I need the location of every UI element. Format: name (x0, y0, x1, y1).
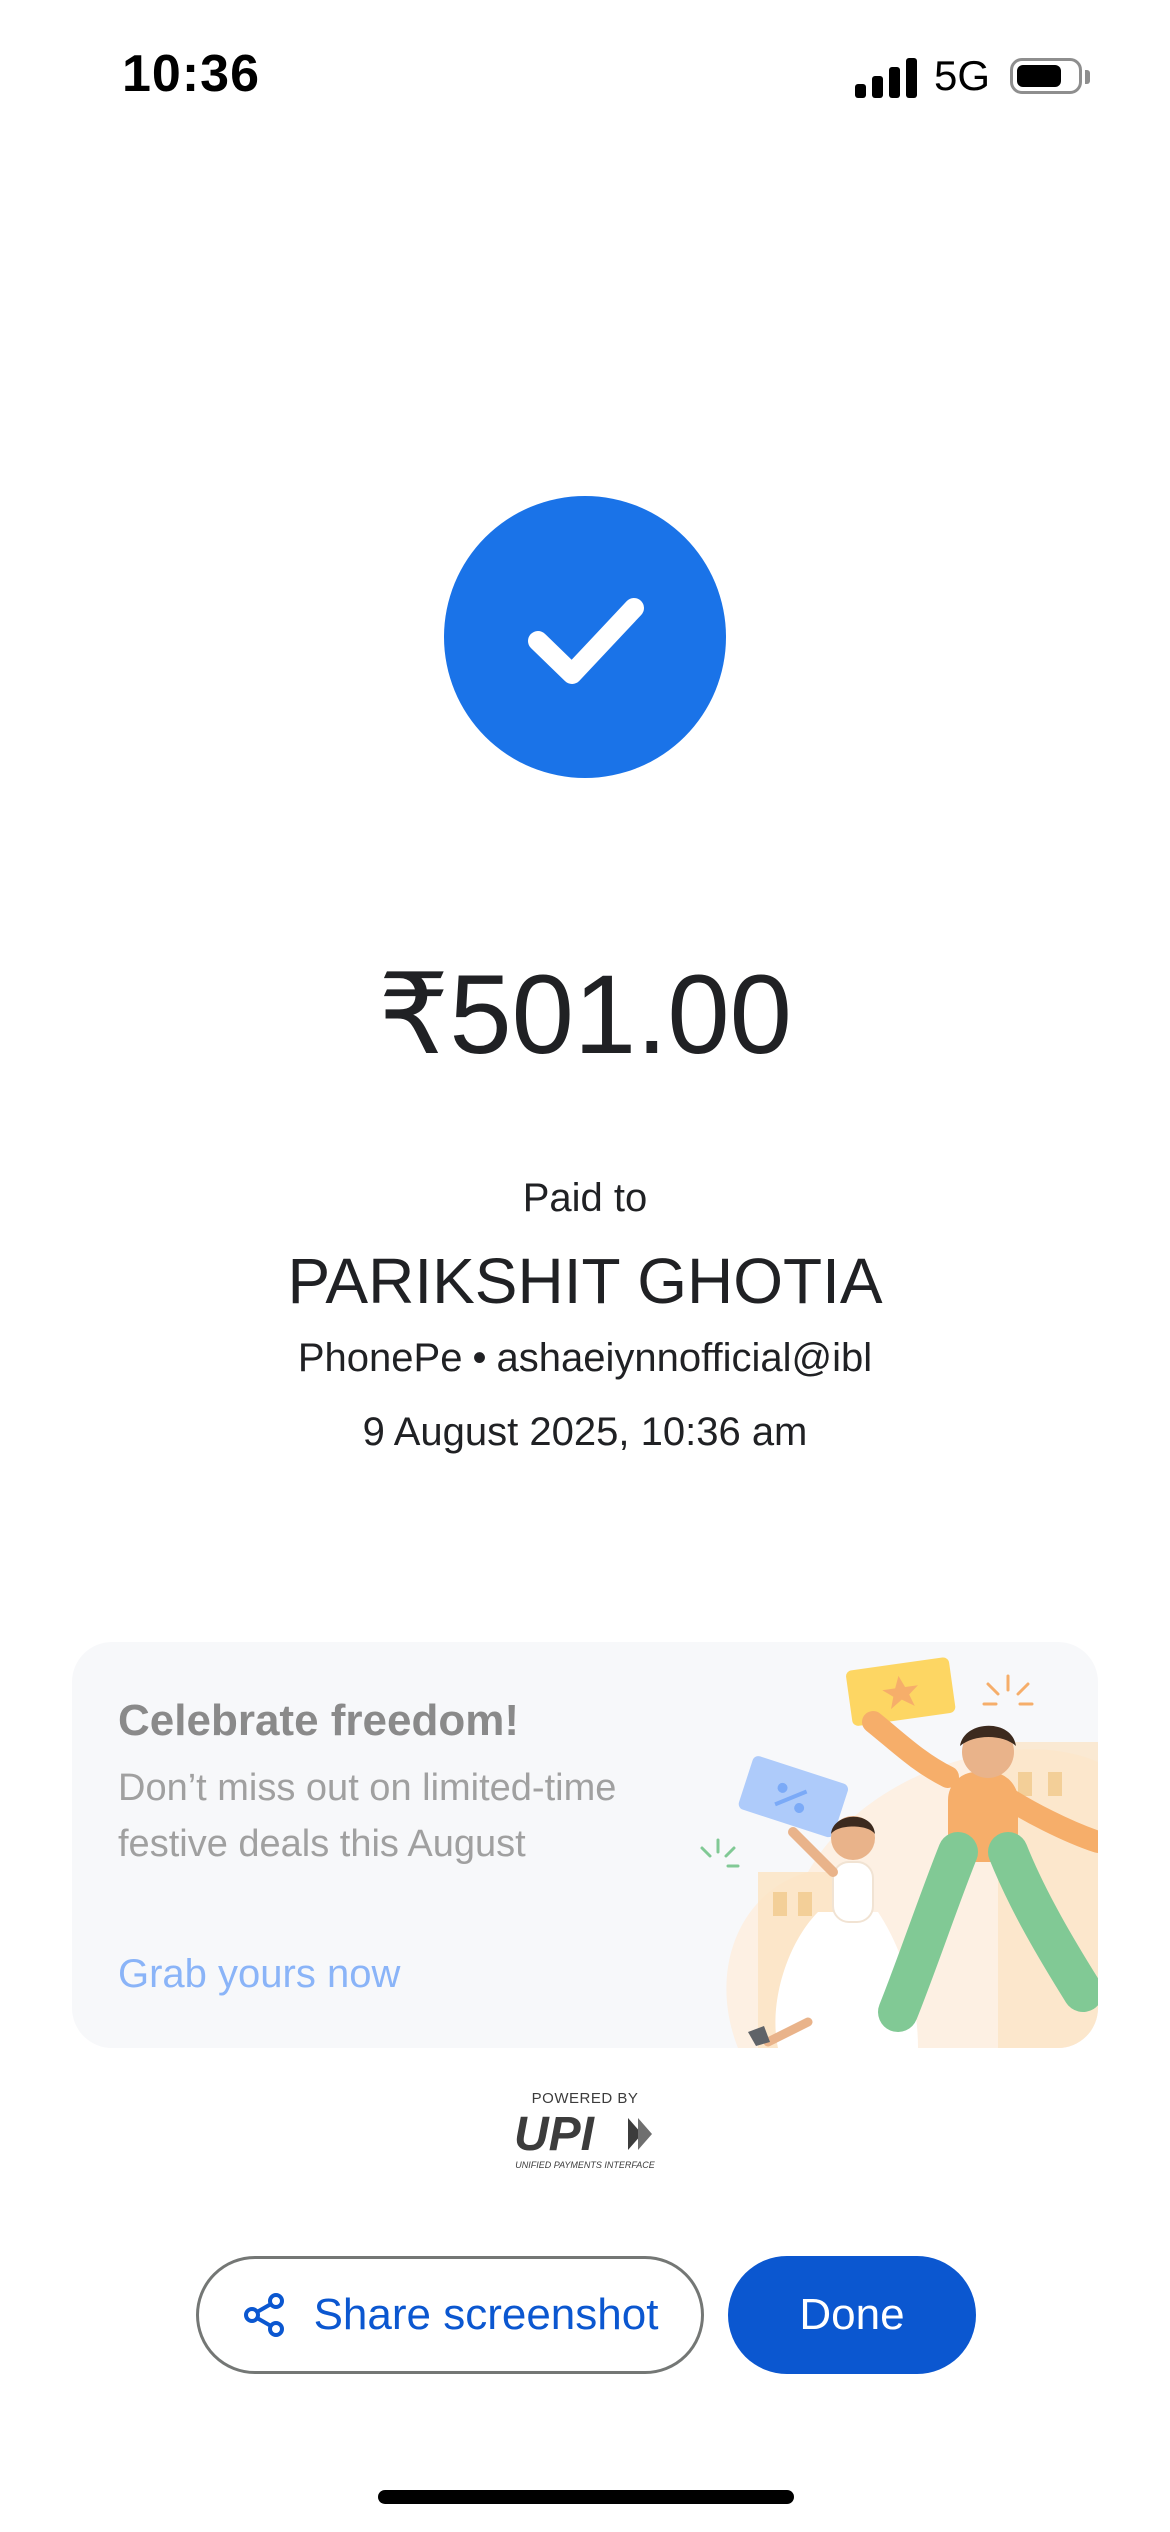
success-check-circle (444, 496, 726, 778)
upi-badge: POWERED BY UPI UNIFIED PAYMENTS INTERFAC… (500, 2090, 670, 2180)
payee-app: PhonePe (297, 1336, 463, 1380)
status-time: 10:36 (122, 45, 260, 103)
upi-powered-by: POWERED BY (531, 2090, 639, 2107)
payment-amount: ₹501.00 (378, 952, 792, 1077)
status-bar: 10:36 5G (0, 0, 1170, 150)
payee-upi-id: ashaeiynnofficial@ibl (496, 1336, 873, 1380)
promo-card[interactable]: Celebrate freedom! Don’t miss out on lim… (72, 1642, 1098, 2048)
done-button-label: Done (799, 2290, 905, 2339)
payee-name: PARIKSHIT GHOTIA (287, 1245, 883, 1317)
payee-details: PhonePe • ashaeiynnofficial@ibl (0, 1336, 1170, 1381)
network-type: 5G (934, 52, 991, 99)
done-button[interactable]: Done (728, 2256, 976, 2374)
home-indicator (378, 2490, 794, 2504)
payment-timestamp: 9 August 2025, 10:36 am (362, 1410, 808, 1454)
upi-logo-text: UPI (514, 2108, 596, 2160)
share-button-label: Share screenshot (313, 2290, 659, 2339)
checkmark-icon (528, 598, 644, 684)
upi-subtitle: UNIFIED PAYMENTS INTERFACE (515, 2160, 655, 2170)
upi-logo-icon: UPI (514, 2108, 652, 2160)
battery-icon (1010, 58, 1082, 94)
festive-celebration-illustration (700, 1657, 1098, 2048)
promo-link[interactable]: Grab yours now (118, 1952, 400, 1997)
promo-description: Don’t miss out on limited-time festive d… (118, 1767, 617, 1865)
signal-bars-icon (855, 58, 917, 98)
separator-dot: • (472, 1336, 487, 1380)
battery-tip (1085, 70, 1090, 84)
battery-level (1017, 65, 1062, 87)
paid-to-label: Paid to (522, 1176, 648, 1220)
share-screenshot-button[interactable]: Share screenshot (196, 2256, 704, 2374)
share-icon (243, 2293, 284, 2337)
promo-title: Celebrate freedom! (118, 1696, 520, 1745)
